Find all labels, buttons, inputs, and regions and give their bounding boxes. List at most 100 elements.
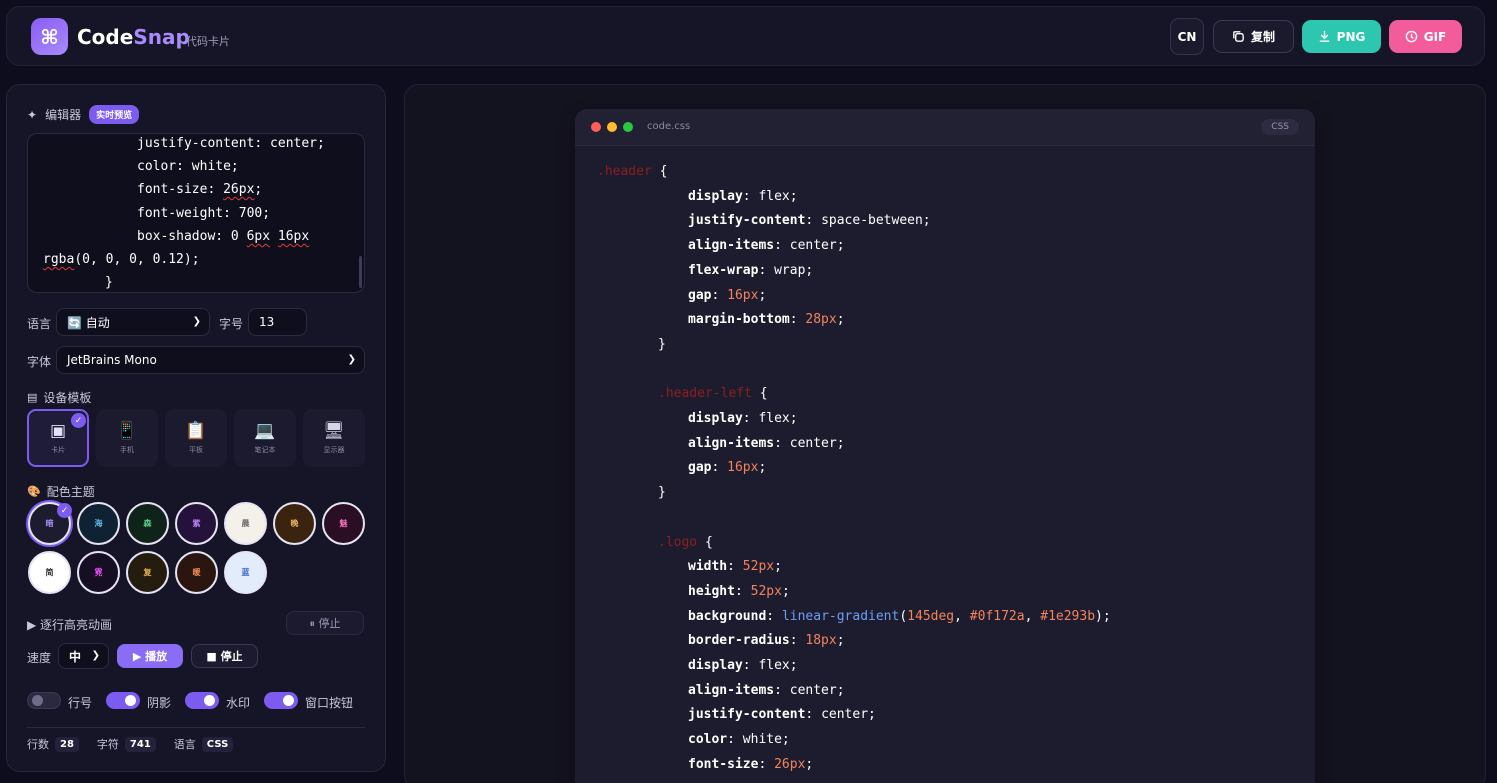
theme-swatch-label: 森 [143,519,152,528]
code-token: center; [789,435,845,451]
code-token: : [711,287,728,303]
language-select[interactable]: 🔄 自动 ❯ [56,308,210,336]
code-token: { [751,386,768,402]
editor-scrollbar[interactable] [359,256,362,288]
code-line: .logo { [658,535,713,550]
lines-label: 行数 [27,738,49,751]
editor-token: rgba [43,252,75,267]
line-numbers-toggle[interactable] [27,692,61,709]
code-line: align-items: center; [688,238,845,253]
code-line: gap: 16px; [688,460,766,475]
shadow-toggle[interactable] [106,692,140,709]
close-dot-icon [591,122,601,132]
fontsize-input[interactable]: 13 [248,308,307,336]
sparkle-icon: ✦ [27,107,38,122]
theme-swatch[interactable]: 海 [77,502,120,545]
stop-button-label: ■ 停止 [206,650,243,663]
code-token: flex-wrap [688,262,759,278]
copy-icon [1233,31,1244,42]
export-png-button[interactable]: PNG [1302,20,1381,53]
theme-swatch[interactable]: 紫 [175,502,218,545]
theme-swatch[interactable]: 魅 [322,502,365,545]
editor-token: 16px [277,229,310,244]
theme-swatch[interactable]: 晨 [224,502,267,545]
code-editor[interactable]: justify-content: center; color: white; f… [27,133,365,293]
code-token: display [688,188,743,204]
device-label: 显示器 [323,446,345,454]
theme-swatch[interactable]: 简 [28,551,71,594]
maximize-dot-icon [623,122,633,132]
animation-stop-small-button[interactable]: ⏸ 停止 [286,611,364,635]
code-token: .logo [658,534,698,550]
code-token: justify-content [688,707,806,723]
theme-swatch[interactable]: 暖 [175,551,218,594]
code-token: 28px [805,312,837,328]
code-token: linear-gradient [781,608,900,624]
code-token: : [805,213,822,229]
chars-label: 字符 [96,738,119,751]
theme-swatch[interactable]: 森 [126,502,169,545]
editor-line: box-shadow: 0 6px 16px [137,229,309,244]
code-token: 26px [774,756,806,772]
device-tablet[interactable]: 📋 平板 [165,409,227,467]
speed-row: 速度 [27,649,51,666]
fontsize-label: 字号 [219,317,244,331]
code-line: display: flex; [688,411,798,426]
theme-swatch[interactable]: 蓝 [224,551,267,594]
code-token: } [658,485,666,501]
code-card: code.css CSS .header { display: flex; just… [575,109,1315,783]
code-token: #1e293b [1040,608,1096,624]
editor-line: font-weight: 700; [137,206,271,221]
theme-swatch[interactable]: 晚 [273,502,316,545]
device-laptop[interactable]: 💻 笔记本 [234,409,296,467]
card-titlebar: code.css CSS [575,109,1315,146]
editor-line: justify-content: center; [137,136,325,151]
device-monitor[interactable]: 🖥 显示器 [303,409,365,467]
code-token: } [658,336,666,352]
theme-swatch-label: 复 [143,568,152,577]
fontsize-value: 13 [259,315,275,329]
theme-swatch-label: 暖 [192,568,201,577]
language-toggle-label: CN [1177,29,1197,44]
code-token: background [688,608,767,624]
code-token: align-items [688,435,775,451]
watermark-toggle[interactable] [185,692,219,709]
code-token: flex; [758,188,798,204]
copy-button[interactable]: 复制 [1213,20,1294,53]
theme-swatch[interactable]: 复 [126,551,169,594]
fontsize-row: 字号 [219,315,243,332]
code-token: 145deg [907,608,955,624]
toggle-knob [283,695,294,706]
code-token: ( [899,608,908,624]
language-row: 语言 [27,315,51,332]
window-buttons-toggle[interactable] [264,692,298,709]
code-token: , [1024,608,1041,624]
speed-select-value: 中 [69,649,82,664]
stop-button[interactable]: ■ 停止 [191,644,258,668]
device-header: ▤ 设备模板 [27,389,91,406]
theme-swatch-label: 魅 [339,519,348,528]
theme-header: 🎨 配色主题 [27,483,95,500]
code-token: : [789,633,806,649]
code-token: : [742,188,759,204]
code-line: display: flex; [688,658,798,673]
logo-glyph: ⌘ [40,24,59,49]
code-token: justify-content [688,213,806,229]
brand-name: CodeSnap [77,25,190,49]
code-token: : [774,682,790,698]
font-select[interactable]: JetBrains Mono ❯ [56,346,365,374]
theme-swatch[interactable]: 霓 [77,551,120,594]
export-gif-button[interactable]: GIF [1389,20,1462,53]
speed-select[interactable]: 中 ❯ [58,643,109,669]
code-token: : [727,559,743,575]
language-toggle-button[interactable]: CN [1170,18,1204,55]
code-token: #0f172a [969,608,1025,624]
card-filename: code.css [647,121,691,132]
code-line: .header { [597,164,667,179]
animation-header: ▶ 逐行高亮动画 [27,616,112,633]
device-phone[interactable]: 📱 手机 [96,409,158,467]
code-line: align-items: center; [688,683,845,698]
code-token: white; [742,732,790,748]
play-button[interactable]: ▶ 播放 [117,644,183,668]
laptop-icon: 💻 [254,421,276,441]
